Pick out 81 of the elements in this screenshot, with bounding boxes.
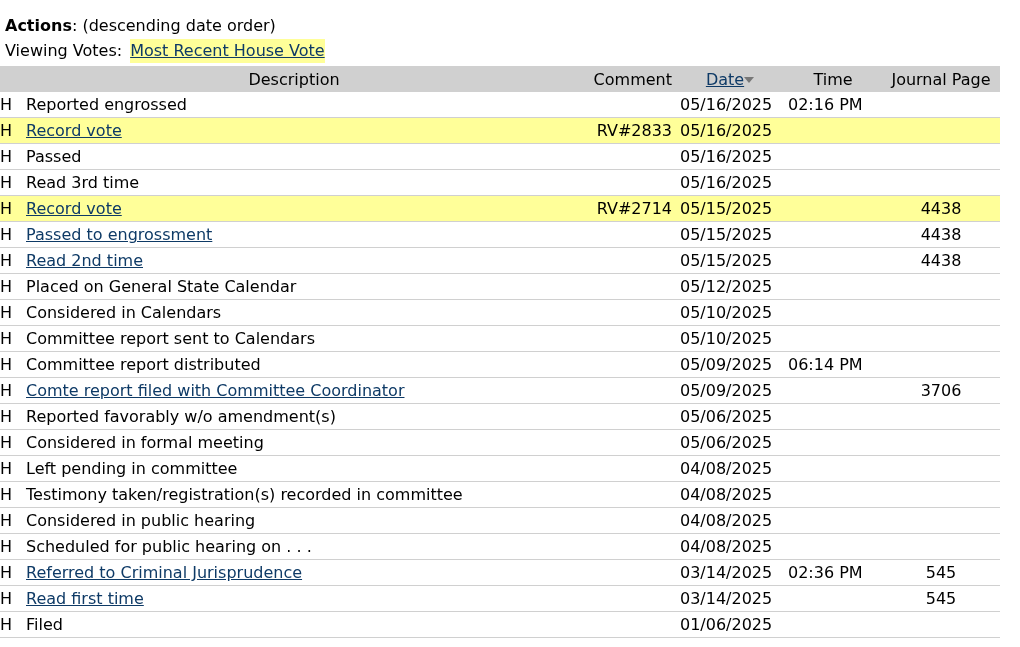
date-cell: 04/08/2025 (680, 511, 773, 530)
date-cell: 03/14/2025 (680, 589, 773, 608)
action-description: Reported favorably w/o amendment(s) (26, 407, 336, 426)
chamber-cell: H (0, 485, 13, 504)
chamber-cell: H (0, 589, 13, 608)
date-cell: 05/16/2025 (680, 147, 773, 166)
journal-page-cell: 4438 (920, 225, 962, 244)
action-description: Considered in public hearing (26, 511, 256, 530)
action-link[interactable]: Read first time (26, 589, 144, 608)
date-cell: 04/08/2025 (680, 537, 773, 556)
column-header: Journal Page (891, 69, 991, 89)
journal-page-cell: 545 (925, 563, 957, 582)
journal-page-cell: 4438 (920, 251, 962, 270)
chamber-cell: H (0, 173, 13, 192)
action-description: Committee report sent to Calendars (26, 329, 315, 348)
chamber-cell: H (0, 459, 13, 478)
comment-cell: RV#2833 (596, 121, 672, 140)
date-cell: 05/10/2025 (680, 303, 773, 322)
chamber-cell: H (0, 355, 13, 374)
date-cell: 05/15/2025 (680, 225, 773, 244)
action-description: Reported engrossed (26, 95, 187, 114)
date-cell: 04/08/2025 (680, 485, 773, 504)
action-link[interactable]: Record vote (26, 199, 122, 218)
date-cell: 04/08/2025 (680, 459, 773, 478)
date-cell: 05/16/2025 (680, 95, 773, 114)
action-description: Placed on General State Calendar (26, 277, 297, 296)
time-cell: 06:14 PM (788, 355, 863, 374)
comment-cell: RV#2714 (596, 199, 672, 218)
column-header: Description (248, 69, 340, 89)
chamber-cell: H (0, 381, 13, 400)
action-link[interactable]: Referred to Criminal Jurisprudence (26, 563, 303, 582)
viewing-votes-label: Viewing Votes: (5, 40, 123, 62)
journal-page-cell: 545 (925, 589, 957, 608)
chamber-cell: H (0, 251, 13, 270)
chamber-cell: H (0, 615, 13, 634)
chamber-cell: H (0, 121, 13, 140)
date-cell: 05/12/2025 (680, 277, 773, 296)
time-cell: 02:16 PM (788, 95, 863, 114)
action-description: Considered in Calendars (26, 303, 222, 322)
chamber-cell: H (0, 563, 13, 582)
date-cell: 05/16/2025 (680, 121, 773, 140)
action-link[interactable]: Comte report filed with Committee Coordinator (26, 381, 405, 400)
date-cell: 05/06/2025 (680, 407, 773, 426)
date-cell: 01/06/2025 (680, 615, 773, 634)
action-description: Committee report distributed (26, 355, 261, 374)
date-cell: 05/10/2025 (680, 329, 773, 348)
action-description: Scheduled for public hearing on . . . (26, 537, 312, 556)
chamber-cell: H (0, 407, 13, 426)
actions-heading: Actions: (descending date order) (4, 15, 277, 37)
chamber-cell: H (0, 329, 13, 348)
column-header: Comment (593, 69, 672, 89)
chamber-cell: H (0, 95, 13, 114)
chamber-cell: H (0, 277, 13, 296)
date-cell: 05/09/2025 (680, 355, 773, 374)
action-link[interactable]: Record vote (26, 121, 122, 140)
date-cell: 03/14/2025 (680, 563, 773, 582)
action-description: Read 3rd time (26, 173, 140, 192)
chamber-cell: H (0, 199, 13, 218)
action-description: Left pending in committee (26, 459, 238, 478)
action-description: Considered in formal meeting (26, 433, 264, 452)
chamber-cell: H (0, 511, 13, 530)
action-link[interactable]: Read 2nd time (26, 251, 143, 270)
chamber-cell: H (0, 433, 13, 452)
action-description: Filed (26, 615, 63, 634)
most-recent-vote-link[interactable]: Most Recent House Vote (130, 39, 325, 63)
chamber-cell: H (0, 537, 13, 556)
date-cell: 05/16/2025 (680, 173, 773, 192)
action-link[interactable]: Passed to engrossment (26, 225, 213, 244)
action-description: Passed (26, 147, 82, 166)
journal-page-cell: 3706 (920, 381, 962, 400)
action-description: Testimony taken/registration(s) recorded in committee (26, 485, 463, 504)
date-cell: 05/09/2025 (680, 381, 773, 400)
journal-page-cell: 4438 (920, 199, 962, 218)
chamber-cell: H (0, 225, 13, 244)
chamber-cell: H (0, 303, 13, 322)
column-header: Time (813, 69, 853, 89)
chamber-cell: H (0, 147, 13, 166)
time-cell: 02:36 PM (788, 563, 863, 582)
date-cell: 05/15/2025 (680, 251, 773, 270)
date-cell: 05/15/2025 (680, 199, 773, 218)
date-cell: 05/06/2025 (680, 433, 773, 452)
